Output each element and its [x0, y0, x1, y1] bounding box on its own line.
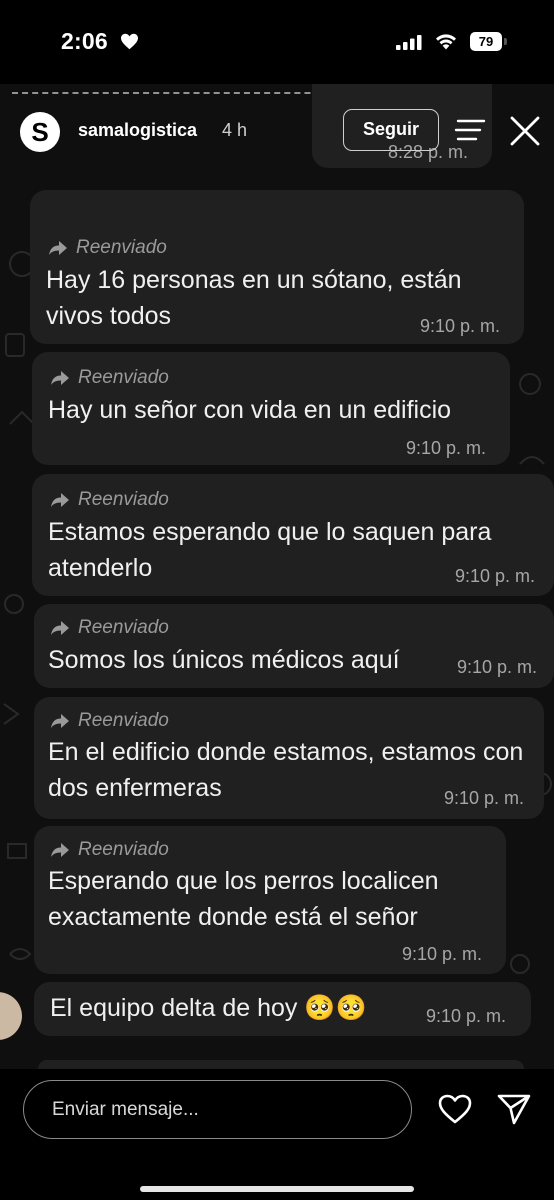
forwarded-text: Reenviado [78, 489, 169, 510]
message-text: Somos los únicos médicos aquí [48, 646, 400, 674]
menu-icon[interactable] [454, 118, 486, 142]
cellular-signal-icon [396, 35, 422, 50]
message-bubble: Reenviado Esperando que los perros local… [34, 826, 506, 974]
follow-button[interactable]: Seguir [343, 109, 439, 151]
forward-arrow-icon [51, 843, 69, 857]
forward-arrow-icon [51, 371, 69, 385]
forwarded-text: Reenviado [78, 367, 169, 388]
message-time: 9:10 p. m. [444, 788, 525, 808]
message-bubble: Reenviado En el edificio donde estamos, … [34, 697, 544, 819]
message-input[interactable]: Enviar mensaje... [23, 1080, 412, 1139]
forward-arrow-icon [51, 621, 69, 635]
forwarded-label: Reenviado [50, 367, 169, 389]
message-time: 9:10 p. m. [420, 316, 501, 336]
forwarded-label: Reenviado [48, 237, 167, 259]
forwarded-label: Reenviado [50, 489, 169, 511]
home-indicator [140, 1186, 414, 1192]
message-time: 9:10 p. m. [457, 657, 538, 677]
message-bubble: Reenviado Somos los únicos médicos aquí … [34, 604, 554, 688]
story-time-ago: 4 h [222, 120, 248, 140]
forward-arrow-icon [51, 714, 69, 728]
battery-tip [504, 38, 507, 45]
status-bar: 2:06 79 [0, 0, 554, 84]
message-bubble: Reenviado Estamos esperando que lo saque… [32, 474, 554, 596]
message-text: El equipo delta de hoy 🥺🥺 [50, 994, 367, 1022]
forward-arrow-icon [51, 493, 69, 507]
story-username[interactable]: samalogistica [78, 120, 197, 141]
message-bubble-partial [38, 1060, 524, 1069]
forwarded-text: Reenviado [76, 237, 167, 258]
message-time: 9:10 p. m. [402, 944, 483, 964]
send-icon[interactable] [497, 1093, 531, 1125]
message-input-placeholder: Enviar mensaje... [52, 1099, 199, 1120]
heart-icon [121, 33, 138, 50]
message-time: 9:10 p. m. [426, 1006, 507, 1026]
forwarded-text: Reenviado [78, 617, 169, 638]
forwarded-label: Reenviado [50, 710, 169, 732]
message-time: 9:10 p. m. [455, 566, 536, 586]
forwarded-text: Reenviado [78, 839, 169, 860]
forward-arrow-icon [49, 241, 67, 255]
close-icon[interactable] [510, 116, 540, 146]
message-text: Hay un señor con vida en un edificio [48, 396, 452, 424]
message-bubble: El equipo delta de hoy 🥺🥺 9:10 p. m. [34, 982, 531, 1036]
forwarded-label: Reenviado [50, 839, 169, 861]
message-text: Esperando que los perros localicen exact… [48, 867, 439, 931]
status-time: 2:06 [61, 28, 108, 54]
wifi-icon [436, 34, 456, 50]
message-bubble: Reenviado Hay un señor con vida en un ed… [32, 352, 510, 465]
forwarded-label: Reenviado [50, 617, 169, 639]
avatar[interactable]: S [20, 112, 60, 152]
forwarded-text: Reenviado [78, 710, 169, 731]
message-time: 9:10 p. m. [406, 438, 487, 458]
message-bubble: Reenviado Hay 16 personas en un sótano, … [30, 190, 524, 344]
like-icon[interactable] [438, 1094, 472, 1124]
battery-icon: 79 [470, 32, 502, 51]
